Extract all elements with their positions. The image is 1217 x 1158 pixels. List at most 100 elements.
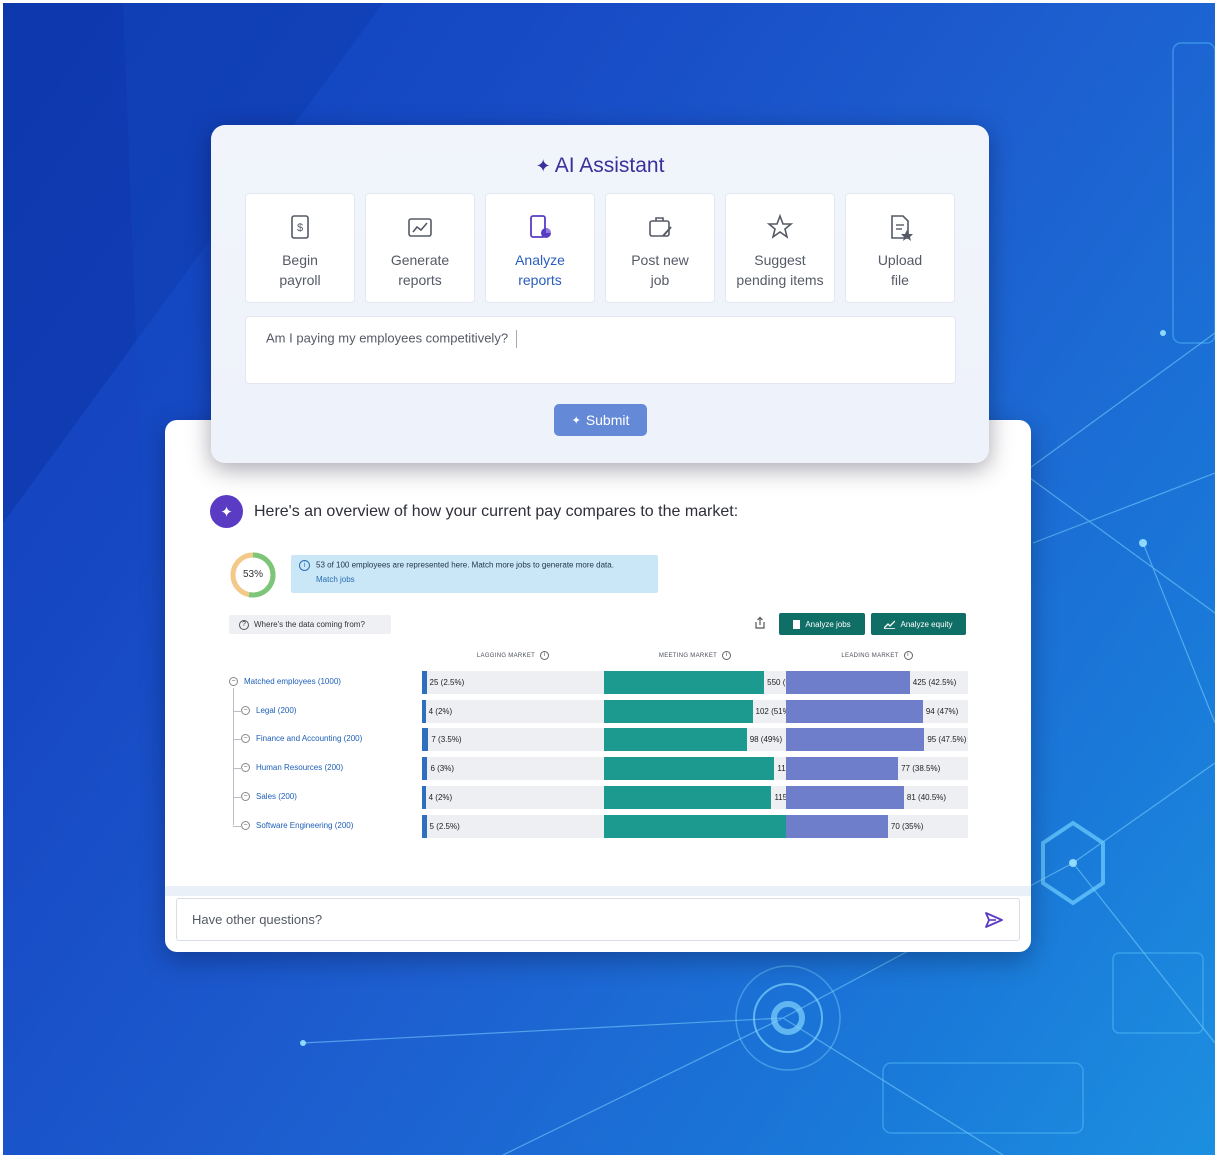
leading-market-value: 425 (42.5%) — [912, 678, 957, 687]
tree-child-item[interactable]: − Finance and Accounting (200) — [241, 734, 363, 744]
lagging-market-cell: 7 (3.5%) — [422, 728, 604, 752]
lagging-market-bar — [422, 699, 426, 723]
meeting-market-cell: 115 (57.5%) — [604, 785, 817, 809]
submit-label: Submit — [585, 412, 630, 428]
collapse-toggle-icon[interactable]: − — [229, 677, 238, 686]
lagging-market-value: 4 (2%) — [428, 792, 453, 802]
sparkle-icon: ✦ — [535, 156, 551, 176]
payroll-document-icon: $ — [291, 215, 309, 239]
sparkle-icon: ✦ — [220, 503, 233, 521]
group-name: Software Engineering (200) — [256, 820, 354, 830]
followup-question-input[interactable]: Have other questions? — [176, 898, 1020, 941]
analyze-equity-button[interactable]: Analyze equity — [871, 613, 966, 635]
tree-branch — [233, 825, 243, 827]
meeting-market-bar — [604, 699, 753, 723]
meeting-market-bar — [604, 757, 775, 781]
meeting-market-cell: 102 (51%) — [604, 699, 792, 723]
ai-assistant-panel: ✦ AI Assistant $ Begin payroll Generate r… — [211, 125, 989, 463]
prompt-text: Am I paying my employees competitively? — [266, 330, 509, 346]
analyze-report-icon — [530, 215, 551, 238]
lagging-market-value: 6 (3%) — [430, 764, 455, 774]
quick-actions: $ Begin payroll Generate reports Analyze… — [245, 193, 955, 303]
action-post-new-job[interactable]: Post new job — [605, 193, 715, 303]
question-icon: ? — [239, 619, 249, 630]
assistant-avatar: ✦ — [210, 495, 243, 528]
send-icon[interactable] — [984, 911, 1004, 929]
leading-market-bar — [786, 757, 899, 781]
info-icon[interactable]: i — [722, 651, 732, 660]
briefcase-edit-icon — [649, 217, 672, 237]
leading-market-cell: 425 (42.5%) — [786, 671, 968, 694]
leading-market-value: 94 (47%) — [925, 706, 959, 716]
tree-branch — [233, 796, 243, 798]
leading-market-cell: 94 (47%) — [786, 699, 968, 723]
data-source-button[interactable]: ? Where's the data coming from? — [229, 615, 391, 634]
group-name: Legal (200) — [256, 705, 297, 715]
column-header-label: LEADING MARKET — [841, 653, 899, 660]
action-analyze-reports[interactable]: Analyze reports — [485, 193, 595, 303]
share-icon[interactable] — [753, 616, 767, 630]
tree-root-item[interactable]: − Matched employees (1000) — [229, 677, 341, 686]
leading-market-bar — [786, 699, 923, 723]
leading-market-value: 95 (47.5%) — [927, 735, 967, 745]
leading-market-bar — [786, 671, 910, 694]
meeting-market-bar — [604, 728, 747, 752]
leading-market-cell: 70 (35%) — [786, 814, 968, 838]
lagging-market-value: 7 (3.5%) — [431, 735, 462, 745]
sparkle-icon: ✦ — [571, 414, 581, 427]
leading-market-bar — [786, 728, 925, 752]
report-chart-icon — [408, 218, 432, 237]
leading-market-bar — [786, 785, 904, 809]
info-icon: i — [299, 560, 310, 571]
lagging-market-bar — [422, 785, 426, 809]
lagging-market-bar — [422, 814, 427, 838]
lagging-market-cell: 4 (2%) — [422, 699, 604, 723]
action-upload-file[interactable]: Upload file — [845, 193, 955, 303]
action-generate-reports[interactable]: Generate reports — [365, 193, 475, 303]
leading-market-value: 81 (40.5%) — [906, 792, 947, 802]
match-jobs-link[interactable]: Match jobs — [316, 575, 658, 584]
section-divider — [165, 886, 1031, 896]
meeting-market-bar — [604, 785, 772, 809]
results-panel: ✦ Here's an overview of how your current… — [165, 420, 1031, 952]
action-label: Upload file — [877, 252, 923, 288]
prompt-input[interactable]: Am I paying my employees competitively? — [245, 316, 956, 384]
tree-child-item[interactable]: − Human Resources (200) — [241, 763, 344, 773]
analyze-jobs-button[interactable]: Analyze jobs — [779, 613, 865, 635]
meeting-market-bar — [604, 671, 765, 694]
line-chart-icon — [884, 620, 896, 629]
tree-branch — [233, 710, 243, 712]
info-icon[interactable]: i — [540, 651, 550, 660]
meeting-market-value: 98 (49%) — [749, 735, 783, 745]
leading-market-bar — [786, 814, 888, 838]
upload-file-icon — [891, 215, 913, 241]
group-name: Human Resources (200) — [256, 763, 344, 773]
group-name: Finance and Accounting (200) — [256, 734, 363, 744]
submit-button[interactable]: ✦ Submit — [554, 404, 647, 436]
group-name: Matched employees (1000) — [244, 677, 341, 686]
lagging-market-cell: 4 (2%) — [422, 785, 604, 809]
column-header-meeting: MEETING MARKET i — [604, 651, 786, 660]
tree-branch — [233, 768, 243, 770]
analyze-equity-label: Analyze equity — [900, 619, 953, 629]
action-begin-payroll[interactable]: $ Begin payroll — [245, 193, 355, 303]
action-label: Begin payroll — [279, 252, 321, 288]
tree-child-item[interactable]: − Software Engineering (200) — [241, 820, 354, 830]
action-label: Suggest pending items — [736, 252, 824, 288]
leading-market-value: 70 (35%) — [890, 821, 924, 831]
tree-connector — [233, 688, 234, 825]
info-icon[interactable]: i — [903, 651, 913, 660]
meeting-market-cell: 550 (55%) — [604, 671, 804, 694]
star-outline-icon — [766, 213, 794, 239]
followup-placeholder: Have other questions? — [192, 912, 323, 927]
leading-market-cell: 95 (47.5%) — [786, 728, 968, 752]
info-text: 53 of 100 employees are represented here… — [316, 560, 614, 570]
lagging-market-cell: 5 (2.5%) — [422, 814, 604, 838]
column-header-label: MEETING MARKET — [658, 653, 718, 660]
text-caret — [516, 330, 518, 348]
tree-child-item[interactable]: − Sales (200) — [241, 791, 297, 801]
data-source-label: Where's the data coming from? — [254, 620, 365, 629]
action-suggest-pending-items[interactable]: Suggest pending items — [725, 193, 835, 303]
tree-child-item[interactable]: − Legal (200) — [241, 705, 297, 715]
meeting-market-bar — [604, 814, 786, 838]
